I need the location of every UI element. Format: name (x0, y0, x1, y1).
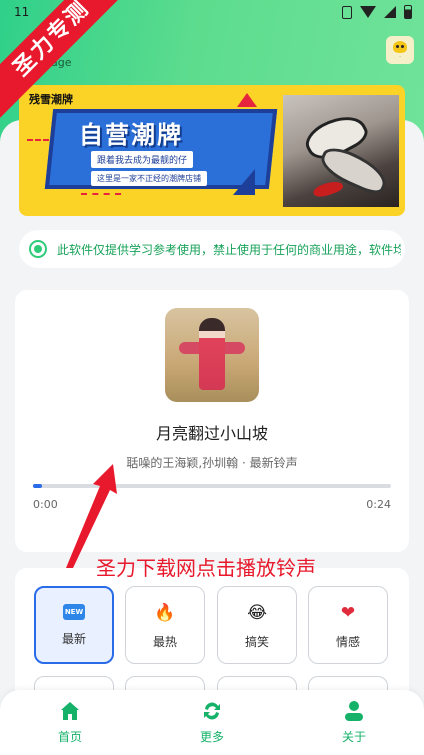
sneaker-photo (283, 95, 399, 207)
bow-decoration-icon (237, 93, 257, 107)
banner-line1: 跟着我去成为最靓的仔 (91, 151, 194, 168)
notice-indicator-icon (29, 240, 47, 258)
banner-line2: 这里是一家不正经的潮牌店铺 (91, 171, 207, 186)
category-hottest[interactable]: 🔥 最热 (125, 586, 205, 664)
category-emotion[interactable]: ❤ 情感 (308, 586, 388, 664)
nav-label: 更多 (199, 730, 224, 744)
category-funny[interactable]: 😂 搞笑 (217, 586, 297, 664)
fire-icon: 🔥 (154, 603, 176, 623)
new-badge-icon: NEW (63, 604, 85, 620)
progress-slider[interactable] (33, 484, 391, 488)
battery-icon (404, 5, 412, 19)
category-label: 搞笑 (244, 635, 269, 649)
category-label: 最新 (61, 632, 86, 646)
wifi-icon (360, 6, 376, 18)
laughing-face-icon: 😂 (247, 603, 267, 623)
zigzag-decoration (81, 193, 121, 201)
category-newest[interactable]: NEW 最新 (34, 586, 114, 664)
song-title: 月亮翻过小山坡 (155, 424, 268, 443)
cover-figure (199, 318, 225, 390)
nav-item-about[interactable]: 关于 (314, 700, 394, 745)
player-card: 月亮翻过小山坡 聒噪的王海颖,孙圳翰 · 最新铃声 0:00 0:24 (15, 290, 409, 552)
app-logo[interactable]: · (386, 36, 414, 64)
category-label: 情感 (335, 635, 360, 649)
notice-bar[interactable]: 此软件仅提供学习参考使用，禁止使用于任何的商业用途，软件均来 (19, 230, 405, 268)
time-total: 0:24 (366, 498, 391, 511)
refresh-icon (204, 702, 220, 720)
song-meta: 聒噪的王海颖,孙圳翰 · 最新铃声 (126, 456, 298, 470)
banner-kicker: 残雪潮牌 (29, 93, 73, 106)
time-current: 0:00 (33, 498, 58, 511)
vibrate-icon (342, 5, 352, 19)
nav-label: 首页 (57, 730, 82, 744)
nav-item-more[interactable]: 更多 (172, 700, 252, 745)
red-shoe-shape (311, 178, 345, 200)
category-label: 最热 (152, 635, 177, 649)
arrow-decoration (233, 169, 255, 195)
progress-fill (33, 484, 42, 488)
user-icon (345, 701, 363, 721)
mascot-icon (393, 40, 407, 53)
logo-wordmark: · (399, 53, 401, 60)
banner-title: 自营潮牌 (79, 121, 183, 149)
notice-text: 此软件仅提供学习参考使用，禁止使用于任何的商业用途，软件均来 (57, 243, 401, 257)
album-cover[interactable] (165, 308, 259, 402)
bottom-nav: 首页 更多 关于 (0, 690, 424, 755)
status-time: 11 (14, 5, 30, 19)
status-icons (342, 5, 412, 19)
nav-label: 关于 (341, 730, 366, 744)
signal-icon (384, 6, 396, 18)
promo-banner[interactable]: 残雪潮牌 自营潮牌 跟着我去成为最靓的仔 这里是一家不正经的潮牌店铺 (19, 85, 405, 216)
home-icon (61, 702, 79, 720)
nav-item-home[interactable]: 首页 (30, 700, 110, 745)
overlay-caption: 圣力下载网点击播放铃声 (96, 556, 316, 580)
heart-icon: ❤ (340, 603, 356, 623)
